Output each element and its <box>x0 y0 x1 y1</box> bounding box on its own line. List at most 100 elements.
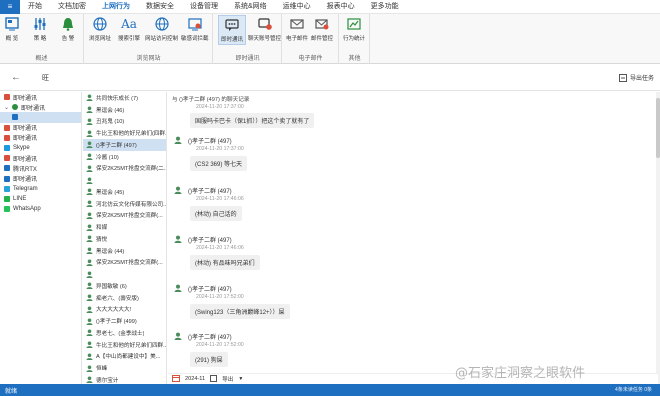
ribbon-group-title: 其他 <box>348 56 361 62</box>
menu-more[interactable]: 更多功能 <box>363 0 407 14</box>
contact-list-item[interactable]: 德尔宝计 <box>83 374 166 384</box>
chat-scrollbar[interactable] <box>656 92 660 384</box>
search-engine-label: 搜索引擎 <box>118 36 141 42</box>
group-avatar-icon <box>86 365 93 372</box>
menu-start[interactable]: 开始 <box>20 0 50 14</box>
group-avatar-icon <box>86 306 93 313</box>
contact-list-item[interactable]: 猜悦 <box>83 233 166 245</box>
alert-button[interactable]: 告 警 <box>60 16 76 42</box>
contact-list-item[interactable]: 痴老六、(壽安版) <box>83 292 166 304</box>
chevron-down-icon[interactable]: ⌄ <box>4 104 9 111</box>
sidebar-item[interactable]: 即时通讯 <box>0 123 81 133</box>
app-icon <box>12 104 19 111</box>
contact-label: 异国敏敏 (6) <box>96 283 127 290</box>
menu-web-behavior[interactable]: 上网行为 <box>94 0 138 14</box>
status-text: 就绪 <box>5 388 18 395</box>
sidebar-item[interactable]: WhatsApp <box>0 204 81 214</box>
sidebar-item[interactable]: 即时通讯 <box>0 153 81 163</box>
message-bubble: (林动) 有品味吗兄弟们 <box>190 255 260 270</box>
ribbon-group-browsing: 浏览网址 Aa 搜索引擎 网站访问控制 敏感词拦截 浏览网站 <box>85 14 213 64</box>
contact-list-item[interactable]: 黑逗会 (46) <box>83 104 166 116</box>
scroll-thumb[interactable] <box>656 98 660 158</box>
sidebar-item[interactable]: Skype <box>0 143 81 153</box>
contact-list-item[interactable]: ()孝子二群 (497) <box>83 139 166 151</box>
chat-bubble-icon <box>224 17 240 33</box>
contact-label: 牛比王和他的好兄弟们四群... <box>96 342 166 349</box>
ribbon-group-im: 即时通讯 聊天账号管控 即时通讯 <box>214 14 282 64</box>
message-time: 2024-11-20 17:37:00 <box>196 146 244 152</box>
footer-export[interactable]: 导出 <box>222 375 233 383</box>
contact-list-item[interactable]: 丑兆鬼 (10) <box>83 116 166 128</box>
menu-system-network[interactable]: 系统&网络 <box>226 0 275 14</box>
ribbon-group-email: 电子邮件 邮件管控 电子邮件 <box>283 14 339 64</box>
contact-label: 牛比王和他的好兄弟们(四群... <box>96 131 166 138</box>
contact-list-item[interactable]: 黑逗会 (44) <box>83 245 166 257</box>
export-task-button[interactable]: 导出任务 <box>618 73 654 82</box>
sidebar-item[interactable] <box>0 112 81 123</box>
contact-list-item[interactable]: 共同快乐成长 (7) <box>83 92 166 104</box>
site-access-control-button[interactable]: 网站访问控制 <box>145 16 178 42</box>
contact-list-item[interactable]: 牛比王和他的好兄弟们(四群... <box>83 127 166 139</box>
contact-list-item[interactable]: 保安2K25MT抢盘交流群(二... <box>83 163 166 175</box>
behavior-stats-button[interactable]: 行为统计 <box>343 16 365 42</box>
globe-lock-icon <box>154 16 170 32</box>
sidebar-item[interactable]: LINE <box>0 194 81 204</box>
message-bubble: (CS2 369) 等七天 <box>190 156 248 171</box>
group-avatar-icon <box>86 188 93 196</box>
sidebar-item[interactable]: 即时通讯 <box>0 133 81 143</box>
sidebar-item-label: Skype <box>13 145 30 152</box>
ribbon-group-title: 即时通讯 <box>235 56 260 62</box>
overview-button[interactable]: 概 览 <box>4 16 20 42</box>
menu-doc-encrypt[interactable]: 文档加密 <box>50 0 94 14</box>
contact-list-item[interactable]: A【中山尚都建设中】美... <box>83 351 166 363</box>
group-avatar-icon <box>86 294 93 302</box>
ribbon-group-title: 浏览网站 <box>136 56 161 62</box>
sidebar-item-label: 即时通讯 <box>13 136 38 143</box>
contact-list-item[interactable]: 黑逗会 (45) <box>83 186 166 198</box>
im-button[interactable]: 即时通讯 <box>218 15 247 45</box>
group-avatar-icon <box>86 153 93 161</box>
export-task-label: 导出任务 <box>629 76 654 82</box>
sidebar-item[interactable]: 即时通讯 <box>0 174 81 184</box>
search-engine-button[interactable]: Aa 搜索引擎 <box>118 16 140 42</box>
message-bubble: (林动) 自己话的 <box>190 206 242 221</box>
sensitive-word-button[interactable]: 敏感词拦截 <box>181 16 209 42</box>
calendar-icon[interactable] <box>172 374 180 384</box>
contact-list-item[interactable]: 冷酱 (10) <box>83 151 166 163</box>
contact-list-item[interactable]: ()孝子二群 (499) <box>83 315 166 327</box>
contact-list-item[interactable]: 异国敏敏 (6) <box>83 280 166 292</box>
app-menu-button[interactable]: ≡ <box>0 0 20 14</box>
email-button[interactable]: 电子邮件 <box>286 16 308 42</box>
policy-button[interactable]: 策 略 <box>32 16 48 42</box>
export-icon <box>618 73 627 82</box>
browse-url-button[interactable]: 浏览网址 <box>89 16 111 42</box>
chevron-down-icon[interactable]: ▼ <box>238 376 243 382</box>
menu-ops[interactable]: 运维中心 <box>275 0 319 14</box>
menu-data-security[interactable]: 数据安全 <box>138 0 182 14</box>
contact-list-item[interactable]: 思老七、(金季战士) <box>83 327 166 339</box>
contact-label: ()孝子二群 (499) <box>96 319 137 326</box>
back-arrow-icon[interactable]: ← <box>11 72 21 83</box>
menu-device[interactable]: 设备管理 <box>182 0 226 14</box>
contact-list-item[interactable]: 大大大大大大! <box>83 304 166 316</box>
sidebar-item[interactable]: 即时通讯 <box>0 92 81 102</box>
contact-list-item[interactable]: 保安2K25MT抢盘交流群(... <box>83 257 166 269</box>
menu-reports[interactable]: 报表中心 <box>319 0 363 14</box>
footer-date[interactable]: 2024-11 <box>185 376 205 382</box>
contact-list-item[interactable]: 牛比王和他的好兄弟们四群... <box>83 339 166 351</box>
contact-list-item[interactable]: 和媒 <box>83 221 166 233</box>
contact-list-item[interactable]: 保安2K25MT抢盘交流群(... <box>83 210 166 222</box>
message-bubble: 国服吗卡巴卡（保1抓））把这个卖了就有了 <box>190 113 315 128</box>
contact-list-item[interactable]: 恒峰 <box>83 362 166 374</box>
sidebar-item[interactable]: 腾讯RTX <box>0 163 81 173</box>
contact-list-item[interactable] <box>83 174 166 186</box>
contact-label: 共同快乐成长 (7) <box>96 95 138 102</box>
mail-control-button[interactable]: 邮件管控 <box>311 16 333 42</box>
chat-account-control-button[interactable]: 聊天账号管控 <box>248 16 281 42</box>
behavior-stats-label: 行为统计 <box>343 36 366 42</box>
overview-label: 概 览 <box>5 36 19 42</box>
sidebar-item[interactable]: Telegram <box>0 184 81 194</box>
sidebar-item[interactable]: ⌄ 即时通讯 <box>0 102 81 112</box>
contact-list-item[interactable]: 河北仿云文化传媒有限公司... <box>83 198 166 210</box>
contact-list-item[interactable] <box>83 268 166 280</box>
